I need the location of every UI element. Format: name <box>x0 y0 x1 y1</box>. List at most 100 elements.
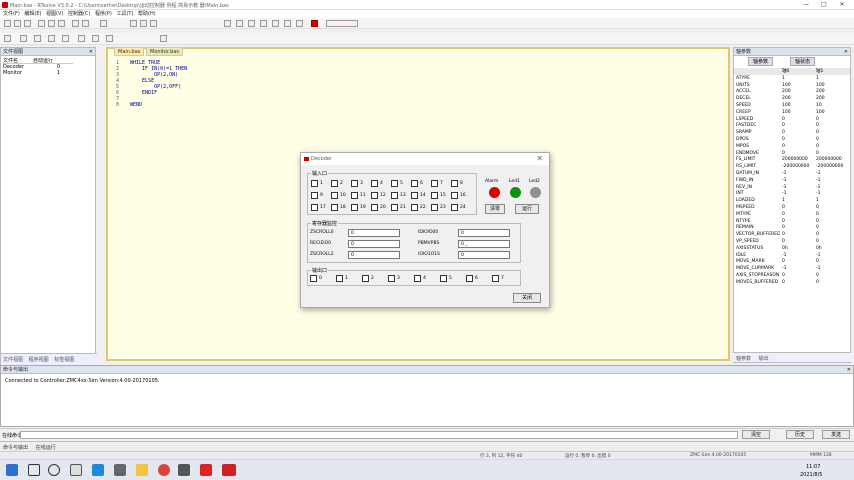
breakpoint-icon[interactable] <box>284 20 291 27</box>
copy-icon[interactable] <box>48 20 55 27</box>
menu-view[interactable]: 视图(V) <box>46 10 63 17</box>
next-bookmark-icon[interactable] <box>78 35 85 42</box>
input-checkbox[interactable] <box>371 180 378 187</box>
step-out-icon[interactable] <box>272 20 279 27</box>
input-checkbox[interactable] <box>451 180 458 187</box>
chrome-icon[interactable] <box>158 464 170 476</box>
output-checkbox[interactable] <box>336 275 343 282</box>
tab-axis-param[interactable]: 轴参数 <box>748 57 774 66</box>
menu-controller[interactable]: 控制器(C) <box>68 10 90 17</box>
output-checkbox[interactable] <box>440 275 447 282</box>
minimize-button[interactable]: — <box>800 1 812 9</box>
input-checkbox[interactable] <box>451 204 458 211</box>
tab-program-view[interactable]: 程序视图 <box>29 356 49 363</box>
watch-icon[interactable] <box>296 20 303 27</box>
tab-online-run[interactable]: 在线运行 <box>36 444 56 451</box>
menu-program[interactable]: 程序(P) <box>95 10 112 17</box>
step-over-icon[interactable] <box>260 20 267 27</box>
goto-icon[interactable] <box>160 35 167 42</box>
stop-icon[interactable] <box>311 20 318 27</box>
dialog-close-button[interactable]: 关闭 <box>513 293 541 303</box>
output-checkbox[interactable] <box>362 275 369 282</box>
output-checkbox[interactable] <box>466 275 473 282</box>
task-view-icon[interactable] <box>70 464 82 476</box>
windows-start-icon[interactable] <box>6 464 18 476</box>
uncomment-icon[interactable] <box>48 35 55 42</box>
tab-output-bottom[interactable]: 输出 <box>759 355 769 362</box>
tab-command-output[interactable]: 命令与输出 <box>3 444 28 451</box>
input-checkbox[interactable] <box>391 192 398 199</box>
input-checkbox[interactable] <box>371 192 378 199</box>
close-button[interactable]: ✕ <box>836 1 848 9</box>
input-checkbox[interactable] <box>411 192 418 199</box>
field-value[interactable]: 0 <box>348 229 400 237</box>
menu-edit[interactable]: 编辑(E) <box>24 10 41 17</box>
open-file-icon[interactable] <box>14 20 21 27</box>
outdent-icon[interactable] <box>20 35 27 42</box>
input-checkbox[interactable] <box>451 192 458 199</box>
command-input[interactable] <box>20 431 738 439</box>
menu-tools[interactable]: 工具(T) <box>116 10 133 17</box>
store-icon[interactable] <box>114 464 126 476</box>
run-icon[interactable] <box>224 20 231 27</box>
bookmark-icon[interactable] <box>62 35 69 42</box>
axis-param-row[interactable]: MOVES_BUFFERED 0 0 <box>734 279 850 286</box>
rtsolve-icon-2[interactable] <box>222 464 236 476</box>
send-button[interactable]: 发送 <box>822 430 850 439</box>
reset-button[interactable]: 清零 <box>485 204 505 214</box>
input-checkbox[interactable] <box>391 180 398 187</box>
input-checkbox[interactable] <box>331 180 338 187</box>
redo-icon[interactable] <box>82 20 89 27</box>
step-icon[interactable] <box>248 20 255 27</box>
field-value[interactable]: 0 <box>348 251 400 259</box>
input-checkbox[interactable] <box>431 204 438 211</box>
pause-icon[interactable] <box>236 20 243 27</box>
menu-file[interactable]: 文件(F) <box>3 10 20 17</box>
panel-close-icon[interactable]: ✕ <box>844 48 848 56</box>
input-checkbox[interactable] <box>351 192 358 199</box>
input-checkbox[interactable] <box>411 180 418 187</box>
tab-main-bas[interactable]: Main.bas <box>114 47 145 56</box>
prev-bookmark-icon[interactable] <box>92 35 99 42</box>
panel-close-icon[interactable]: ✕ <box>847 366 851 374</box>
cortana-icon[interactable] <box>48 464 60 476</box>
field-value[interactable]: 0 <box>348 240 400 248</box>
output-checkbox[interactable] <box>310 275 317 282</box>
input-checkbox[interactable] <box>431 192 438 199</box>
field-value[interactable]: 0 <box>458 251 510 259</box>
connect-icon[interactable] <box>130 20 137 27</box>
rtsolve-icon[interactable] <box>200 464 212 476</box>
history-button[interactable]: 历史 <box>786 430 814 439</box>
save-icon[interactable] <box>24 20 31 27</box>
clear-bookmark-icon[interactable] <box>106 35 113 42</box>
input-checkbox[interactable] <box>351 180 358 187</box>
edge-icon[interactable] <box>92 464 104 476</box>
field-value[interactable]: 0 _ <box>458 240 510 248</box>
run-button[interactable]: 运行 <box>515 204 539 214</box>
tab-label-view[interactable]: 标签视图 <box>54 356 74 363</box>
input-checkbox[interactable] <box>431 180 438 187</box>
comment-icon[interactable] <box>34 35 41 42</box>
input-checkbox[interactable] <box>371 204 378 211</box>
find-icon[interactable] <box>100 20 107 27</box>
output-checkbox[interactable] <box>492 275 499 282</box>
input-checkbox[interactable] <box>311 204 318 211</box>
input-checkbox[interactable] <box>391 204 398 211</box>
maximize-button[interactable]: □ <box>818 1 830 9</box>
compile-icon[interactable] <box>150 20 157 27</box>
tab-file-view[interactable]: 文件视图 <box>3 356 23 363</box>
dialog-close-icon[interactable]: ✕ <box>536 154 543 163</box>
download-icon[interactable] <box>140 20 147 27</box>
emergency-stop-button[interactable] <box>326 20 358 27</box>
explorer-icon[interactable] <box>136 464 148 476</box>
input-checkbox[interactable] <box>311 180 318 187</box>
input-checkbox[interactable] <box>331 204 338 211</box>
input-checkbox[interactable] <box>331 192 338 199</box>
input-checkbox[interactable] <box>311 192 318 199</box>
cut-icon[interactable] <box>38 20 45 27</box>
clear-button[interactable]: 清空 <box>742 430 770 439</box>
output-checkbox[interactable] <box>388 275 395 282</box>
field-value[interactable]: 0 <box>458 229 510 237</box>
tab-monitor-bas[interactable]: Monitor.bas <box>146 47 183 56</box>
table-row[interactable]: Monitor 1 <box>3 70 73 76</box>
